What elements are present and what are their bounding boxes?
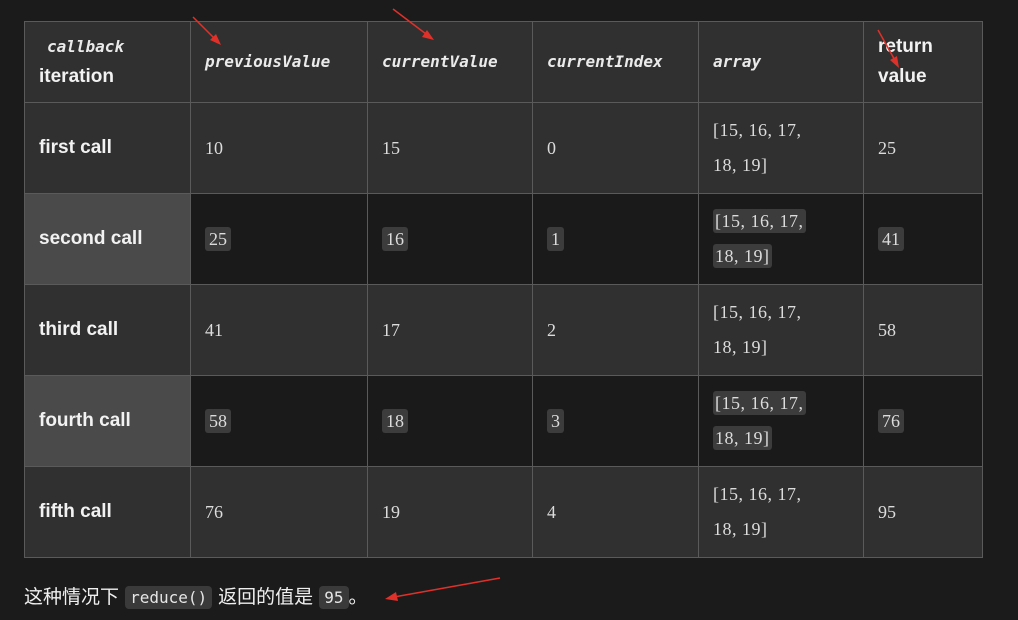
header-return-line2: value	[878, 66, 927, 87]
table-row: fifth call 76 19 4 [15, 16, 17, 18, 19] 9…	[24, 466, 983, 558]
cell-previous-value: 10	[190, 102, 368, 194]
cell-previous-value-text: 76	[205, 501, 223, 522]
cell-return-value-text: 95	[878, 501, 896, 522]
reduce-iteration-table: callback iteration previousValue current…	[24, 21, 983, 558]
header-callback-code: callback	[47, 37, 125, 56]
cell-current-value-text: 17	[382, 319, 400, 340]
header-return-line1: return	[878, 36, 933, 57]
cell-array: [15, 16, 17, 18, 19]	[698, 375, 864, 467]
row-label: fourth call	[24, 375, 191, 467]
cell-current-value: 16	[367, 193, 533, 285]
header-current-value-label: currentValue	[382, 52, 498, 71]
header-previous-value: previousValue	[190, 21, 368, 103]
cell-array: [15, 16, 17, 18, 19]	[698, 466, 864, 558]
cell-array-text: [15, 16, 17, 18, 19]	[713, 295, 849, 365]
cell-current-value-text: 16	[382, 226, 408, 251]
result-prefix: 这种情况下	[24, 586, 120, 608]
cell-previous-value-text: 25	[205, 226, 231, 251]
header-array: array	[698, 21, 864, 103]
header-current-index: currentIndex	[532, 21, 699, 103]
result-sentence: 这种情况下 reduce() 返回的值是 95。	[24, 582, 368, 609]
table-row: first call 10 15 0 [15, 16, 17, 18, 19] 2…	[24, 102, 983, 194]
cell-return-value-text: 58	[878, 319, 896, 340]
cell-array: [15, 16, 17, 18, 19]	[698, 284, 864, 376]
cell-array-text: [15, 16, 17, 18, 19]	[713, 477, 849, 547]
cell-return-value: 25	[863, 102, 983, 194]
cell-array: [15, 16, 17, 18, 19]	[698, 102, 864, 194]
array-line-2: 18, 19]	[713, 244, 772, 268]
header-previous-value-label: previousValue	[205, 52, 331, 71]
header-iteration-text: iteration	[39, 66, 114, 87]
cell-current-index: 0	[532, 102, 699, 194]
cell-current-value: 18	[367, 375, 533, 467]
row-label: third call	[24, 284, 191, 376]
header-return-value: return value	[863, 21, 983, 103]
cell-array-text: [15, 16, 17, 18, 19]	[713, 204, 849, 274]
cell-previous-value-text: 58	[205, 408, 231, 433]
cell-current-index-text: 1	[547, 226, 564, 251]
array-line-2: 18, 19]	[713, 337, 768, 357]
row-label: fifth call	[24, 466, 191, 558]
array-line-1: [15, 16, 17,	[713, 120, 802, 140]
table-header-row: callback iteration previousValue current…	[24, 21, 983, 103]
cell-return-value: 95	[863, 466, 983, 558]
header-current-value: currentValue	[367, 21, 533, 103]
cell-return-value: 41	[863, 193, 983, 285]
header-callback-iteration: callback iteration	[24, 21, 191, 103]
cell-current-value: 19	[367, 466, 533, 558]
cell-return-value: 76	[863, 375, 983, 467]
cell-current-value: 15	[367, 102, 533, 194]
result-suffix: 。	[348, 586, 368, 608]
row-label: second call	[24, 193, 191, 285]
cell-return-value-text: 41	[878, 226, 904, 251]
cell-return-value: 58	[863, 284, 983, 376]
cell-array-text: [15, 16, 17, 18, 19]	[713, 113, 849, 183]
table-row: fourth call 58 18 3 [15, 16, 17, 18, 19] …	[24, 375, 983, 467]
cell-current-value: 17	[367, 284, 533, 376]
result-value-code: 95	[319, 586, 349, 609]
cell-previous-value: 25	[190, 193, 368, 285]
cell-array: [15, 16, 17, 18, 19]	[698, 193, 864, 285]
cell-current-index-text: 0	[547, 137, 556, 158]
table-row: third call 41 17 2 [15, 16, 17, 18, 19] 5…	[24, 284, 983, 376]
header-array-label: array	[713, 52, 762, 71]
cell-return-value-text: 25	[878, 137, 896, 158]
cell-current-value-text: 18	[382, 408, 408, 433]
cell-current-index: 2	[532, 284, 699, 376]
array-line-2: 18, 19]	[713, 519, 768, 539]
cell-previous-value-text: 41	[205, 319, 223, 340]
cell-current-index: 3	[532, 375, 699, 467]
cell-array-text: [15, 16, 17, 18, 19]	[713, 386, 849, 456]
cell-current-value-text: 19	[382, 501, 400, 522]
array-line-1: [15, 16, 17,	[713, 302, 802, 322]
array-line-1: [15, 16, 17,	[713, 484, 802, 504]
cell-current-index: 1	[532, 193, 699, 285]
cell-return-value-text: 76	[878, 408, 904, 433]
table-row: second call 25 16 1 [15, 16, 17, 18, 19] …	[24, 193, 983, 285]
cell-previous-value: 76	[190, 466, 368, 558]
cell-current-index-text: 3	[547, 408, 564, 433]
cell-previous-value: 58	[190, 375, 368, 467]
annotation-arrow-result	[385, 577, 501, 601]
result-middle: 返回的值是	[218, 586, 314, 608]
cell-previous-value: 41	[190, 284, 368, 376]
cell-previous-value-text: 10	[205, 137, 223, 158]
array-line-2: 18, 19]	[713, 426, 772, 450]
array-line-2: 18, 19]	[713, 155, 768, 175]
header-current-index-label: currentIndex	[547, 52, 663, 71]
cell-current-value-text: 15	[382, 137, 400, 158]
cell-current-index-text: 2	[547, 319, 556, 340]
array-line-1: [15, 16, 17,	[713, 209, 806, 233]
cell-current-index-text: 4	[547, 501, 556, 522]
reduce-code: reduce()	[125, 586, 213, 609]
cell-current-index: 4	[532, 466, 699, 558]
row-label: first call	[24, 102, 191, 194]
array-line-1: [15, 16, 17,	[713, 391, 806, 415]
